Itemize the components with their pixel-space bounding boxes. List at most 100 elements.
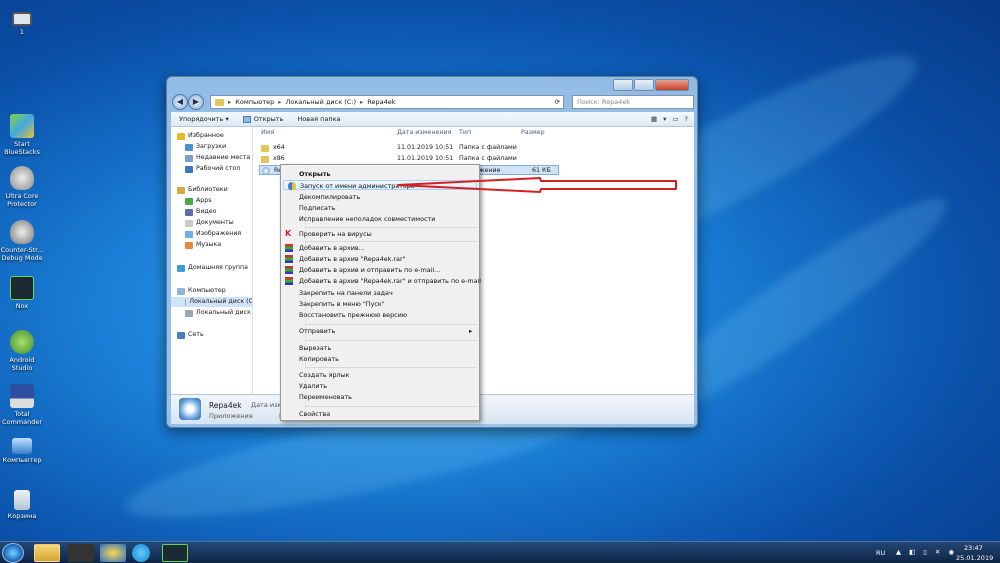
help-icon[interactable]: ? <box>685 115 688 123</box>
nav-homegroup[interactable]: Домашняя группа <box>177 263 248 273</box>
desktop-icon-counter-strike[interactable]: Counter-Str... Debug Mode <box>0 220 44 262</box>
chevron-right-icon: ▸ <box>360 98 364 106</box>
file-name: x86 <box>273 155 285 162</box>
explorer-taskbar-icon[interactable] <box>34 544 60 562</box>
menu-item-cut[interactable]: Вырезать <box>299 343 331 353</box>
navigation-pane: Избранное Загрузки Недавние места Рабочи… <box>171 127 253 394</box>
nav-network[interactable]: Сеть <box>177 330 204 340</box>
menu-item-delete[interactable]: Удалить <box>299 381 327 391</box>
back-button[interactable]: ◀ <box>172 94 188 110</box>
menu-item-add-email[interactable]: Добавить в архив и отправить по e-mail..… <box>285 265 440 275</box>
open-button[interactable]: Открыть <box>242 115 283 123</box>
menu-item-add-rar[interactable]: Добавить в архив "Repa4ek.rar" <box>285 254 406 264</box>
column-header-size[interactable]: Размер <box>521 129 545 136</box>
menu-item-troubleshoot[interactable]: Исправление неполадок совместимости <box>299 214 435 224</box>
desktop-icon-total-commander[interactable]: Total Commander <box>0 384 44 426</box>
nav-label: Домашняя группа <box>188 264 248 271</box>
view-options-icon[interactable]: ▦ <box>651 115 657 123</box>
nav-favorites[interactable]: Избранное <box>177 131 224 141</box>
shield-icon <box>10 220 34 244</box>
nav-label: Рабочий стол <box>196 165 241 172</box>
menu-item-label: Добавить в архив "Repa4ek.rar" и отправи… <box>299 277 482 285</box>
menu-item-sign[interactable]: Подписать <box>299 203 335 213</box>
refresh-icon[interactable]: ⟳ <box>555 96 563 108</box>
nav-local-disk-c[interactable]: Локальный диск (C <box>171 297 252 307</box>
preview-pane-icon[interactable]: ▭ <box>672 115 678 123</box>
tray-icons[interactable]: ▲ ◧ ▯ ✕ ◉ <box>896 547 957 557</box>
menu-item-decompile[interactable]: Декомпилировать <box>299 192 360 202</box>
language-indicator[interactable]: RU <box>876 548 885 558</box>
nav-label: Библиотеки <box>188 186 228 193</box>
media-player-taskbar-icon[interactable] <box>68 544 94 562</box>
menu-item-pin-start[interactable]: Закрепить в меню "Пуск" <box>299 299 385 309</box>
breadcrumb-local-disk[interactable]: Локальный диск (C:) <box>286 96 357 108</box>
table-row[interactable]: x64 11.01.2019 10:51 Папка с файлами <box>259 143 559 153</box>
desktop-icon-ultra-core[interactable]: Ultra Core Protector <box>0 166 44 208</box>
new-folder-button[interactable]: Новая папка <box>297 115 340 123</box>
search-input[interactable]: Поиск: Repa4ek <box>572 95 694 109</box>
images-icon <box>185 230 193 238</box>
file-date: 11.01.2019 10:51 <box>397 144 454 151</box>
menu-item-open[interactable]: Открыть <box>299 169 331 179</box>
chevron-down-icon[interactable]: ▾ <box>663 115 666 123</box>
desktop-icon-1[interactable]: 1 <box>0 12 44 36</box>
nav-computer[interactable]: Компьютер <box>177 286 226 296</box>
column-header-date[interactable]: Дата изменения <box>397 129 451 136</box>
nav-apps[interactable]: Apps <box>185 196 212 206</box>
nav-video[interactable]: Видео <box>185 207 217 217</box>
menu-item-scan[interactable]: K Проверить на вирусы <box>285 229 372 239</box>
winrar-icon <box>285 255 293 263</box>
nav-libraries[interactable]: Библиотеки <box>177 185 228 195</box>
android-studio-icon <box>10 330 34 354</box>
menu-item-label: Добавить в архив... <box>299 244 365 252</box>
window-controls <box>613 79 689 91</box>
desktop-icon-bluestacks[interactable]: Start BlueStacks <box>0 114 44 156</box>
monitor-icon <box>12 12 32 26</box>
forward-button[interactable]: ▶ <box>188 94 204 110</box>
clock-date[interactable]: 25.01.2019 <box>956 553 993 563</box>
nox-taskbar-icon[interactable] <box>162 544 188 562</box>
libraries-icon <box>177 186 185 194</box>
breadcrumb-repa4ek[interactable]: Repa4ek <box>367 96 395 108</box>
column-header-type[interactable]: Тип <box>459 129 471 136</box>
nav-music[interactable]: Музыка <box>185 240 221 250</box>
minimize-button[interactable] <box>613 79 633 91</box>
nav-label: Изображения <box>196 230 242 237</box>
menu-item-rename[interactable]: Переименовать <box>299 392 352 402</box>
breadcrumb-computer[interactable]: Компьютер <box>235 96 274 108</box>
maximize-button[interactable] <box>634 79 654 91</box>
menu-item-properties[interactable]: Свойства <box>299 409 330 419</box>
column-header-name[interactable]: Имя <box>261 129 274 136</box>
desktop-icon-nox[interactable]: Nox <box>0 276 44 310</box>
nav-label: Локальный диск (D <box>196 309 252 316</box>
menu-item-add-archive[interactable]: Добавить в архив... <box>285 243 365 253</box>
close-button[interactable] <box>655 79 689 91</box>
nav-images[interactable]: Изображения <box>185 229 241 239</box>
skype-taskbar-icon[interactable] <box>132 544 150 562</box>
menu-item-create-shortcut[interactable]: Создать ярлык <box>299 370 350 380</box>
nav-downloads[interactable]: Загрузки <box>185 142 226 152</box>
menu-item-pin-taskbar[interactable]: Закрепить на панели задач <box>299 288 393 298</box>
table-row[interactable]: x86 11.01.2019 10:51 Папка с файлами <box>259 154 559 164</box>
recent-places-icon <box>185 154 193 162</box>
app-taskbar-icon[interactable] <box>100 544 126 562</box>
desktop-icon-recycle-bin[interactable]: Корзина <box>0 490 44 520</box>
menu-item-add-rar-email[interactable]: Добавить в архив "Repa4ek.rar" и отправи… <box>285 276 482 286</box>
nav-recent[interactable]: Недавние места <box>185 153 250 163</box>
start-button[interactable] <box>2 543 24 563</box>
desktop-icon-android-studio[interactable]: Android Studio <box>0 330 44 372</box>
nav-desktop[interactable]: Рабочий стол <box>185 164 240 174</box>
menu-item-send-to[interactable]: Отправить ▸ <box>299 326 472 336</box>
menu-item-run-as-admin[interactable]: Запуск от имени администратора <box>283 180 477 190</box>
nav-local-disk-d[interactable]: Локальный диск (D <box>185 308 252 318</box>
desktop-icon-computer[interactable]: Компьютер <box>0 438 44 464</box>
address-bar[interactable]: ▸ Компьютер ▸ Локальный диск (C:) ▸ Repa… <box>210 95 564 109</box>
organize-button[interactable]: Упорядочить ▾ <box>179 115 229 123</box>
nav-documents[interactable]: Документы <box>185 218 234 228</box>
computer-icon <box>12 438 32 454</box>
clock-time[interactable]: 23:47 <box>964 543 983 553</box>
uac-shield-icon <box>288 182 296 190</box>
menu-item-copy[interactable]: Копировать <box>299 354 339 364</box>
menu-item-restore[interactable]: Восстановить прежнюю версию <box>299 310 407 320</box>
desktop-icon-label: 1 <box>19 28 25 36</box>
